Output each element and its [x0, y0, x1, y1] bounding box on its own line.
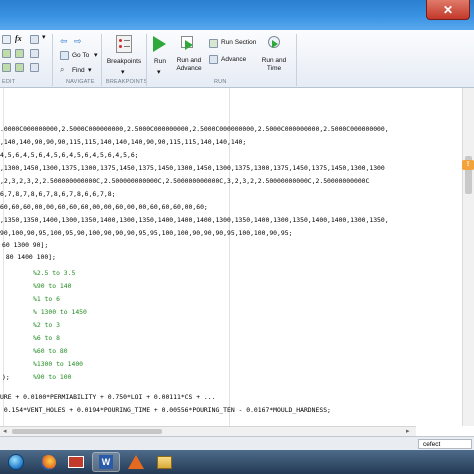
taskbar-explorer[interactable]: [150, 452, 178, 472]
comment-line: %1300 to 1400: [33, 360, 84, 368]
firefox-icon: [40, 454, 56, 470]
insert-function-button[interactable]: fx: [15, 34, 22, 43]
code-editor[interactable]: .0000C000000000,2.5000C000000000,2.5000C…: [0, 88, 474, 426]
chevron-down-icon[interactable]: ▾: [121, 68, 125, 76]
breakpoints-icon: [116, 35, 132, 53]
comment-icon[interactable]: [30, 35, 39, 44]
close-button[interactable]: ✕: [426, 0, 470, 20]
code-line: ,1350,1350,1400,1300,1350,1400,1300,1350…: [0, 216, 389, 224]
run-and-time-line-1: Run and: [261, 57, 287, 64]
chevron-down-icon[interactable]: ▾: [157, 68, 161, 76]
code-line: 60,60,60,00,00,60,60,60,00,00,60,00,00,6…: [0, 203, 208, 211]
run-and-advance-icon: [181, 36, 196, 51]
comment-line: % 1300 to 1450: [33, 308, 87, 316]
insert-icon[interactable]: [2, 35, 11, 44]
section-divider: [52, 34, 53, 86]
code-line: URE + 0.0100*PERMIABILITY + 0.750*LOI + …: [0, 393, 216, 401]
run-and-time-button[interactable]: Run and Time: [256, 57, 292, 73]
close-icon: ✕: [442, 2, 454, 17]
find-button[interactable]: Find: [72, 67, 85, 74]
warning-marker-icon[interactable]: !: [462, 160, 474, 170]
run-icon: [153, 36, 166, 52]
comment-line: %90 to 140: [33, 282, 72, 290]
run-and-advance-line-1: Run and: [176, 57, 202, 64]
status-bar: cefect: [0, 436, 474, 450]
run-section-button[interactable]: Run Section: [221, 39, 256, 46]
code-line: 4,5,6,4,5,6,4,5,6,4,5,6,4,5,6,4,5,6;: [0, 151, 139, 159]
run-and-time-line-2: Time: [266, 65, 282, 72]
code-line: ,1300,1450,1300,1375,1300,1375,1450,1375…: [0, 164, 385, 172]
chevron-down-icon[interactable]: ▾: [88, 66, 92, 74]
run-and-advance-button[interactable]: Run and Advance: [171, 57, 207, 73]
format-icon[interactable]: [30, 63, 39, 72]
advance-icon: [209, 55, 218, 64]
section-label-navigate: NAVIGATE: [66, 79, 95, 85]
vertical-scrollbar[interactable]: [462, 88, 474, 426]
section-divider: [296, 34, 297, 86]
run-and-time-icon: [266, 35, 282, 51]
decrease-indent-icon[interactable]: [2, 63, 11, 72]
back-arrow-icon[interactable]: ⇦: [60, 36, 68, 47]
chevron-down-icon[interactable]: ▾: [42, 33, 46, 41]
chevron-down-icon[interactable]: ▾: [94, 51, 98, 59]
os-taskbar: W: [0, 450, 474, 474]
code-line: 90,100,90,95,100,95,90,100,90,90,90,95,9…: [0, 229, 293, 237]
function-name-field[interactable]: cefect: [418, 439, 472, 449]
folder-icon: [156, 455, 172, 469]
matlab-icon: [128, 455, 144, 469]
section-divider: [101, 34, 102, 86]
go-to-icon: [60, 51, 69, 60]
window-title-bar: ✕: [0, 0, 474, 30]
code-line: ,2,3,2,3,2,2.500000000000C,2.50000000000…: [0, 177, 370, 185]
code-line: 6,7,8,7,8,6,7,8,6,7,8,6,6,7,8;: [0, 190, 116, 198]
search-icon: ⌕: [60, 65, 65, 74]
run-and-advance-line-2: Advance: [176, 65, 202, 72]
comment-line: %60 to 80: [33, 347, 68, 355]
comment-line: %6 to 8: [33, 334, 60, 342]
code-line: 80 1400 100];: [2, 253, 56, 261]
code-line: 0.154*VENT_HOLES + 0.0194*POURING_TIME +…: [0, 406, 331, 414]
media-player-icon: [68, 456, 84, 468]
taskbar-media[interactable]: [62, 452, 90, 472]
increase-indent-icon[interactable]: [15, 63, 24, 72]
section-label-breakpoints: BREAKPOINTS: [106, 79, 148, 85]
run-section-icon: [209, 39, 218, 48]
horizontal-scrollbar[interactable]: ◂ ▸: [0, 426, 416, 436]
go-to-button[interactable]: Go To: [72, 52, 89, 59]
wrap-icon[interactable]: [15, 49, 24, 58]
editor-ribbon: fx ▾ EDIT ⇦ ⇨ Go To ▾ ⌕ Find ▾ NAVIGATE …: [0, 30, 474, 88]
smart-indent-icon[interactable]: [30, 49, 39, 58]
advance-button[interactable]: Advance: [221, 56, 246, 63]
windows-logo-icon: [8, 454, 24, 470]
scrollbar-thumb[interactable]: [12, 429, 162, 434]
taskbar-firefox[interactable]: [34, 452, 62, 472]
code-line: 60 1300 90];: [2, 241, 49, 249]
code-line: );: [2, 373, 10, 381]
comment-line: %1 to 6: [33, 295, 60, 303]
comment-line: %2 to 3: [33, 321, 60, 329]
comment-line: %90 to 100: [33, 373, 72, 381]
forward-arrow-icon[interactable]: ⇨: [74, 36, 82, 47]
start-button[interactable]: [2, 452, 30, 472]
code-line: ,140,140,90,90,90,115,115,140,140,140,90…: [0, 138, 247, 146]
taskbar-matlab[interactable]: [122, 452, 150, 472]
code-line: .0000C000000000,2.5000C000000000,2.5000C…: [0, 125, 389, 133]
breakpoints-button[interactable]: Breakpoints: [106, 58, 142, 66]
section-label-run: RUN: [214, 79, 227, 85]
taskbar-word[interactable]: W: [92, 452, 120, 472]
indent-icon[interactable]: [2, 49, 11, 58]
word-icon: W: [99, 455, 113, 469]
comment-line: %2.5 to 3.5: [33, 269, 76, 277]
section-label-edit: EDIT: [2, 79, 16, 85]
